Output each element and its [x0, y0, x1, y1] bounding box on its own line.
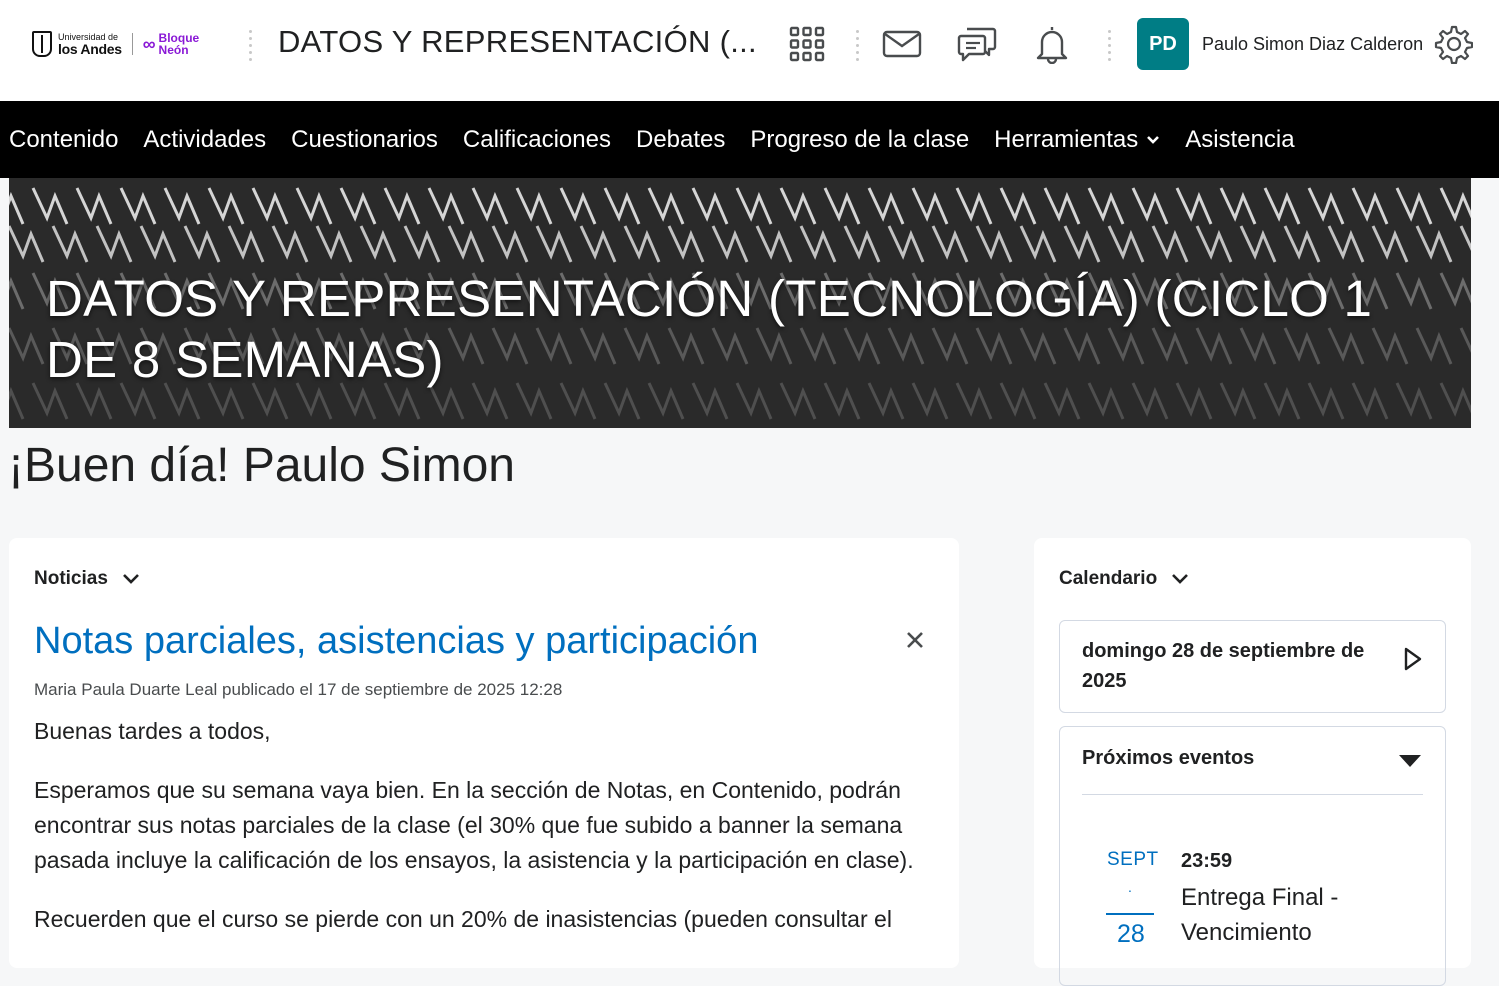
- news-paragraph: Recuerden que el curso se pierde con un …: [34, 906, 892, 932]
- news-item-meta: Maria Paula Duarte Leal publicado el 17 …: [34, 680, 563, 699]
- calendar-widget-header[interactable]: Calendario: [1059, 568, 1189, 590]
- chevron-down-icon: [1147, 135, 1160, 144]
- event-month-dot: .: [1128, 879, 1132, 895]
- nav-contenido[interactable]: Contenido: [0, 126, 127, 154]
- news-item-body: Buenas tardes a todos, Esperamos que su …: [34, 714, 934, 961]
- selected-date-box: domingo 28 de septiembre de 2025: [1059, 620, 1446, 713]
- chevron-down-icon: [123, 574, 139, 584]
- nav-label: Actividades: [143, 125, 267, 153]
- nav-progreso[interactable]: Progreso de la clase: [741, 126, 978, 154]
- news-paragraph: Esperamos que su semana vaya bien. En la…: [34, 777, 914, 873]
- news-paragraph: Buenas tardes a todos,: [34, 718, 271, 744]
- avatar[interactable]: PD: [1137, 18, 1189, 70]
- neon-mark-icon: ∞: [142, 33, 156, 54]
- neon-line2: Neón: [158, 43, 189, 57]
- selected-date: domingo 28 de septiembre de 2025: [1082, 640, 1365, 692]
- banner-title: DATOS Y REPRESENTACIÓN (TECNOLOGÍA) (CIC…: [46, 270, 1373, 388]
- news-heading: Noticias: [34, 568, 108, 589]
- next-date-arrow-icon[interactable]: [1400, 645, 1424, 673]
- divider: [1082, 794, 1423, 795]
- university-name: Universidad de los Andes: [58, 32, 122, 57]
- logo-divider: [131, 33, 133, 55]
- collapse-triangle-icon[interactable]: [1396, 752, 1424, 770]
- user-name[interactable]: Paulo Simon Diaz Calderon: [1202, 34, 1423, 55]
- nav-label: Debates: [635, 125, 726, 153]
- upcoming-events-panel: Próximos eventos SEPT . 28 23:59 Entrega…: [1059, 726, 1446, 986]
- nav-actividades[interactable]: Actividades: [134, 126, 275, 154]
- greeting-heading: ¡Buen día! Paulo Simon: [8, 439, 515, 492]
- nav-label: Progreso de la clase: [750, 125, 970, 153]
- header-separator: [1108, 30, 1112, 61]
- institution-logo[interactable]: Universidad de los Andes ∞ Bloque Neón: [32, 30, 199, 58]
- event-day: 28: [1117, 920, 1145, 948]
- waffle-icon[interactable]: [785, 22, 829, 66]
- news-widget: Noticias Notas parciales, asistencias y …: [9, 538, 959, 968]
- header-separator: [249, 30, 253, 61]
- chat-icon[interactable]: [955, 22, 999, 66]
- nav-calificaciones[interactable]: Calificaciones: [454, 126, 620, 154]
- mail-icon[interactable]: [880, 22, 924, 66]
- course-title[interactable]: DATOS Y REPRESENTACIÓN (...: [278, 24, 757, 60]
- news-widget-header[interactable]: Noticias: [34, 568, 140, 590]
- header-separator: [856, 30, 860, 61]
- calendar-heading: Calendario: [1059, 568, 1158, 589]
- news-item-title-link[interactable]: Notas parciales, asistencias y participa…: [34, 620, 758, 663]
- event-title-link[interactable]: Entrega Final - Vencimiento: [1181, 880, 1411, 950]
- calendar-widget: Calendario domingo 28 de septiembre de 2…: [1034, 538, 1471, 986]
- nav-label: Calificaciones: [462, 125, 611, 153]
- close-icon[interactable]: [901, 626, 929, 654]
- bloque-neon-logo: ∞ Bloque Neón: [143, 32, 200, 56]
- upcoming-events-heading: Próximos eventos: [1082, 747, 1255, 769]
- university-big-text: los Andes: [58, 40, 122, 57]
- course-navbar: Contenido Actividades Cuestionarios Cali…: [0, 101, 1499, 178]
- nav-debates[interactable]: Debates: [627, 126, 734, 154]
- chevron-down-icon: [1172, 574, 1189, 584]
- nav-asistencia[interactable]: Asistencia: [1176, 126, 1303, 154]
- bell-icon[interactable]: [1030, 22, 1074, 66]
- gear-icon[interactable]: [1431, 22, 1475, 66]
- nav-label: Cuestionarios: [291, 125, 438, 153]
- course-banner: DATOS Y REPRESENTACIÓN (TECNOLOGÍA) (CIC…: [9, 178, 1471, 428]
- university-crest-icon: [32, 31, 52, 57]
- nav-herramientas[interactable]: Herramientas: [985, 126, 1169, 154]
- event-date-underline: [1106, 913, 1154, 915]
- nav-label: Contenido: [9, 125, 119, 153]
- event-time: 23:59: [1181, 850, 1233, 872]
- nav-label: Asistencia: [1185, 125, 1295, 153]
- nav-cuestionarios[interactable]: Cuestionarios: [282, 126, 447, 154]
- top-header: Universidad de los Andes ∞ Bloque Neón D…: [0, 0, 1499, 101]
- nav-label: Herramientas: [994, 125, 1139, 153]
- event-month: SEPT: [1107, 849, 1159, 870]
